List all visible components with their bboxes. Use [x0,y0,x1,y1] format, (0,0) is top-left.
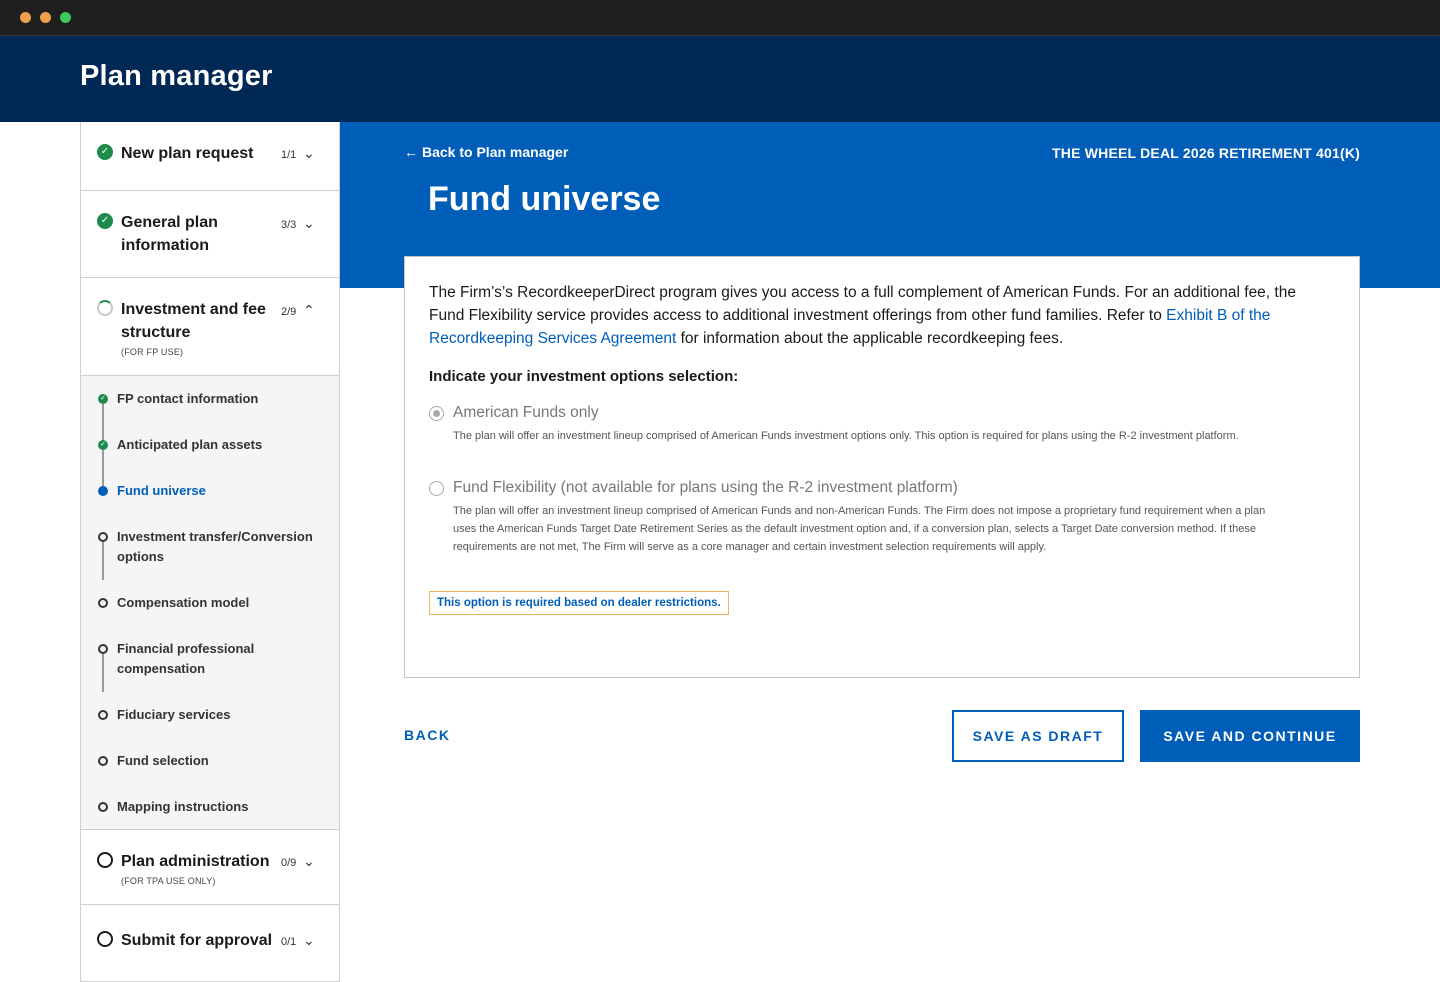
back-link-label: Back to Plan manager [422,144,569,160]
step-todo-icon [98,644,108,654]
step-label: Mapping instructions [117,799,249,814]
chevron-down-icon: ⌄ [303,932,315,948]
sidebar-section-title: Submit for approval [121,932,273,949]
step-label: Investment transfer/Conversion options [117,529,313,564]
step-label: FP contact information [117,391,259,406]
chevron-down-icon: ⌄ [303,853,315,869]
sidebar-section-subtitle: (FOR FP USE) [121,347,184,357]
step-label: Anticipated plan assets [117,437,263,452]
fund-flexibility-radio[interactable] [429,481,444,496]
step-done-icon: ✓ [98,394,108,404]
step-label: Fiduciary services [117,707,231,722]
step-label: Fund selection [117,753,209,768]
option-description: The plan will offer an investment lineup… [453,505,1266,553]
plan-name: THE WHEEL DEAL 2026 RETIREMENT 401(K) [1052,145,1360,161]
sidebar-section-count: 3/3 [281,219,297,231]
step-fund-selection[interactable]: Fund selection [81,750,339,776]
chevron-down-icon: ⌄ [303,145,315,161]
page-title: Fund universe [428,180,661,218]
chevron-up-icon: ⌃ [303,302,315,318]
step-fiduciary-services[interactable]: Fiduciary services [81,704,339,730]
save-and-continue-button[interactable]: SAVE AND CONTINUE [1140,710,1360,762]
step-label: Compensation model [117,595,250,610]
sidebar-section-plan-administration[interactable]: Plan administration 0/9 ⌄ (FOR TPA USE O… [81,830,339,905]
option-description: The plan will offer an investment lineup… [453,430,1239,442]
chevron-down-icon: ⌄ [303,215,315,231]
sidebar-section-count: 0/9 [281,857,297,869]
option-label[interactable]: Fund Flexibility (not available for plan… [453,479,958,497]
step-financial-professional-compensation[interactable]: Financial professional compensation [81,638,339,682]
sidebar-section-title: Plan administration [121,853,270,870]
sidebar-section-count: 2/9 [281,306,297,318]
step-label: Financial professional compensation [117,641,255,676]
progress-sidebar: ✓ New plan request 1/1 ⌄ ✓ General plan … [80,122,340,982]
step-done-icon: ✓ [98,440,108,450]
sidebar-section-subtitle: (FOR TPA USE ONLY) [121,876,216,886]
step-todo-icon [98,756,108,766]
check-circle-icon: ✓ [97,144,113,160]
app-header: Plan manager [0,36,1440,122]
fund-universe-card: The Firm’s’s RecordkeeperDirect program … [404,256,1360,678]
sidebar-section-general-plan-information[interactable]: ✓ General plan information 3/3 ⌄ [81,191,339,278]
window-close-control[interactable] [20,12,31,23]
step-current-icon [98,486,108,496]
dealer-restriction-notice: This option is required based on dealer … [429,591,729,615]
step-mapping-instructions[interactable]: Mapping instructions [81,796,339,822]
step-label: Fund universe [117,483,206,498]
sidebar-section-new-plan-request[interactable]: ✓ New plan request 1/1 ⌄ [81,122,339,191]
empty-circle-icon [97,931,113,947]
step-todo-icon [98,532,108,542]
step-anticipated-plan-assets[interactable]: ✓ Anticipated plan assets [81,434,339,460]
empty-circle-icon [97,852,113,868]
sidebar-steps: ✓ FP contact information ✓ Anticipated p… [81,376,339,830]
save-as-draft-button[interactable]: SAVE AS DRAFT [952,710,1124,762]
window-title-bar [0,0,1440,36]
intro-paragraph: The Firm’s’s RecordkeeperDirect program … [429,281,1299,350]
american-funds-only-radio[interactable] [429,406,444,421]
step-todo-icon [98,598,108,608]
arrow-left-icon: ← [404,144,418,160]
sidebar-section-title: New plan request [121,145,254,162]
window-minimize-control[interactable] [40,12,51,23]
check-circle-icon: ✓ [97,213,113,229]
sidebar-section-count: 0/1 [281,936,297,948]
step-compensation-model[interactable]: Compensation model [81,592,339,618]
step-todo-icon [98,710,108,720]
step-fund-universe[interactable]: Fund universe [81,480,339,506]
back-button[interactable]: BACK [404,727,450,743]
sidebar-section-title: General plan information [121,214,218,254]
sidebar-section-count: 1/1 [281,149,297,161]
sidebar-section-investment-and-fee-structure[interactable]: Investment and fee structure 2/9 ⌃ (FOR … [81,278,339,376]
step-investment-transfer-conversion-options[interactable]: Investment transfer/Conversion options [81,526,339,570]
sidebar-section-submit-for-approval[interactable]: Submit for approval 0/1 ⌄ [81,905,339,982]
app-title: Plan manager [80,60,273,92]
option-label[interactable]: American Funds only [453,404,599,422]
intro-text-end: for information about the applicable rec… [676,330,1064,347]
step-fp-contact-information[interactable]: ✓ FP contact information [81,388,339,414]
window-maximize-control[interactable] [60,12,71,23]
investment-options-question: Indicate your investment options selecti… [429,368,739,385]
progress-ring-icon [97,300,113,316]
sidebar-section-title: Investment and fee structure [121,301,266,341]
back-to-plan-manager-link[interactable]: ← Back to Plan manager [404,144,568,160]
step-todo-icon [98,802,108,812]
